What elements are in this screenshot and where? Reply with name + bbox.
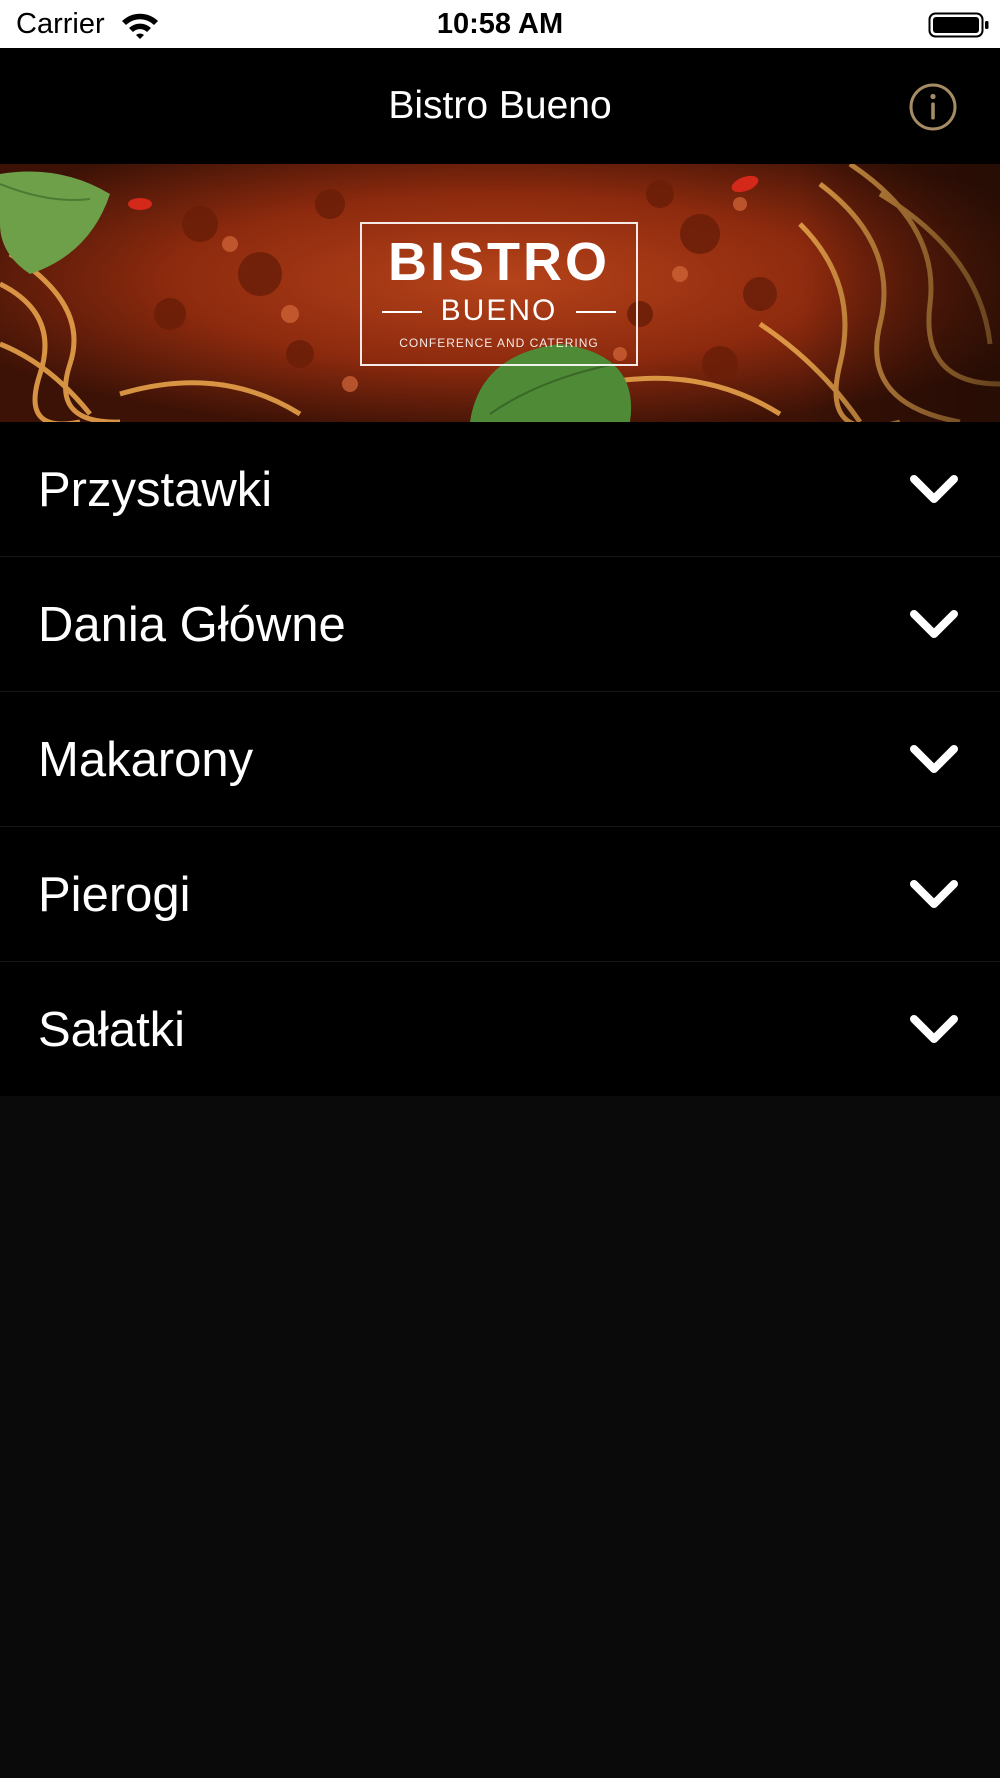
menu-category-dania-glowne[interactable]: Dania Główne: [0, 557, 1000, 692]
page-title: Bistro Bueno: [388, 84, 612, 127]
logo-title: BISTRO: [387, 232, 610, 292]
menu-category-label: Makarony: [38, 733, 254, 787]
menu-category-przystawki[interactable]: Przystawki: [0, 422, 1000, 557]
menu-category-label: Dania Główne: [38, 598, 346, 652]
chevron-down-icon: [910, 745, 958, 773]
chevron-down-icon: [910, 475, 958, 503]
logo-divider: [576, 311, 616, 313]
hero-banner-image: BISTRO BUENO CONFERENCE AND CATERING: [0, 164, 1000, 422]
info-button[interactable]: [908, 82, 958, 132]
menu-category-makarony[interactable]: Makarony: [0, 692, 1000, 827]
menu-category-list: Przystawki Dania Główne Makarony Pierogi…: [0, 422, 1000, 1096]
chevron-down-icon: [910, 610, 958, 638]
logo-tagline: CONFERENCE AND CATERING: [399, 336, 599, 350]
chevron-down-icon: [910, 1015, 958, 1043]
status-bar: Carrier 10:58 AM: [0, 0, 1000, 48]
battery-icon: [928, 10, 990, 40]
menu-category-salatki[interactable]: Sałatki: [0, 962, 1000, 1096]
info-circle-icon: [909, 83, 957, 131]
menu-category-label: Sałatki: [38, 1003, 186, 1057]
status-time: 10:58 AM: [436, 8, 564, 40]
bistro-logo: BISTRO BUENO CONFERENCE AND CATERING: [360, 222, 638, 366]
chevron-down-icon: [910, 880, 958, 908]
menu-category-label: Przystawki: [38, 463, 273, 517]
menu-category-label: Pierogi: [38, 868, 191, 922]
navigation-bar: Bistro Bueno: [0, 48, 1000, 164]
menu-category-pierogi[interactable]: Pierogi: [0, 827, 1000, 962]
